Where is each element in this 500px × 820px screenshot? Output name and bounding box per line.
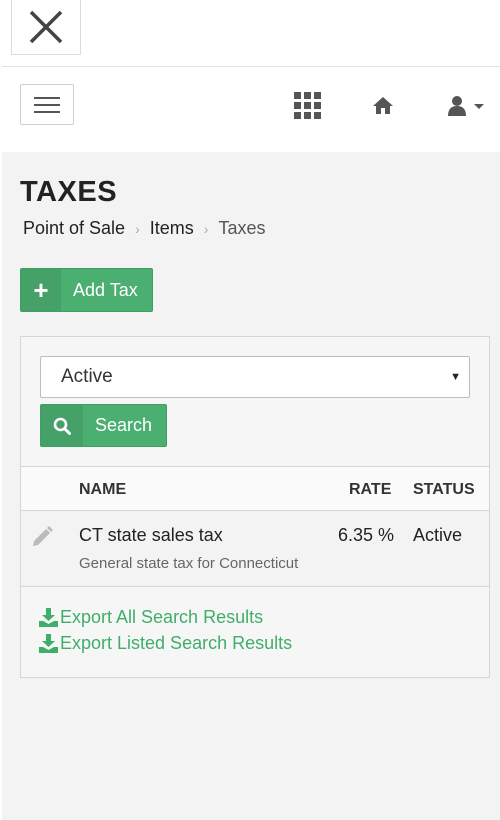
column-header-status[interactable]: STATUS <box>413 481 475 499</box>
close-icon <box>29 10 63 44</box>
export-listed-label: Export Listed Search Results <box>60 633 293 653</box>
grid-icon[interactable] <box>294 92 321 119</box>
close-button[interactable] <box>11 0 81 55</box>
hamburger-line <box>34 110 60 113</box>
column-header-rate[interactable]: RATE <box>349 481 391 499</box>
chevron-right-icon: › <box>135 220 140 237</box>
hamburger-line <box>34 96 60 99</box>
tax-status: Active <box>413 525 463 545</box>
export-listed-link[interactable]: Export Listed Search Results <box>39 633 292 654</box>
caret-down-icon: ▼ <box>450 371 461 383</box>
hamburger-menu-button[interactable] <box>20 84 74 125</box>
tax-name[interactable]: CT state sales tax <box>79 525 223 546</box>
add-tax-label: Add Tax <box>73 279 138 300</box>
status-filter-value: Active <box>61 366 113 387</box>
export-all-link[interactable]: Export All Search Results <box>39 607 263 628</box>
tax-rate: 6.35 % <box>338 525 395 545</box>
download-icon <box>39 608 58 627</box>
main-content: TAXES Point of Sale › Items › Taxes + Ad… <box>2 152 500 820</box>
breadcrumb-item-taxes: Taxes <box>218 218 266 238</box>
tax-description: General state tax for Connecticut <box>79 555 299 572</box>
search-label: Search <box>95 415 153 435</box>
home-icon[interactable] <box>373 97 393 114</box>
hamburger-line <box>34 103 60 106</box>
table-row[interactable]: CT state sales tax General state tax for… <box>21 511 489 587</box>
add-tax-button[interactable]: + Add Tax <box>20 268 153 312</box>
search-button[interactable]: Search <box>40 404 167 447</box>
search-icon <box>41 405 83 446</box>
breadcrumb-item-point-of-sale[interactable]: Point of Sale <box>23 218 125 239</box>
user-icon[interactable] <box>448 96 488 116</box>
breadcrumb: Point of Sale › Items › Taxes <box>23 218 265 239</box>
pencil-icon[interactable] <box>31 526 53 548</box>
top-navbar <box>2 66 500 152</box>
export-all-label: Export All Search Results <box>60 607 264 627</box>
chevron-right-icon: › <box>203 220 209 237</box>
taxes-panel: Active ▼ Search NAME RATE STATUS CT stat… <box>20 336 490 678</box>
download-icon <box>39 634 58 653</box>
status-filter-select[interactable]: Active ▼ <box>40 356 470 398</box>
column-header-name[interactable]: NAME <box>79 481 126 499</box>
page-title: TAXES <box>20 176 118 208</box>
plus-icon: + <box>21 269 61 311</box>
breadcrumb-item-items[interactable]: Items <box>150 218 194 239</box>
table-header: NAME RATE STATUS <box>21 466 489 511</box>
